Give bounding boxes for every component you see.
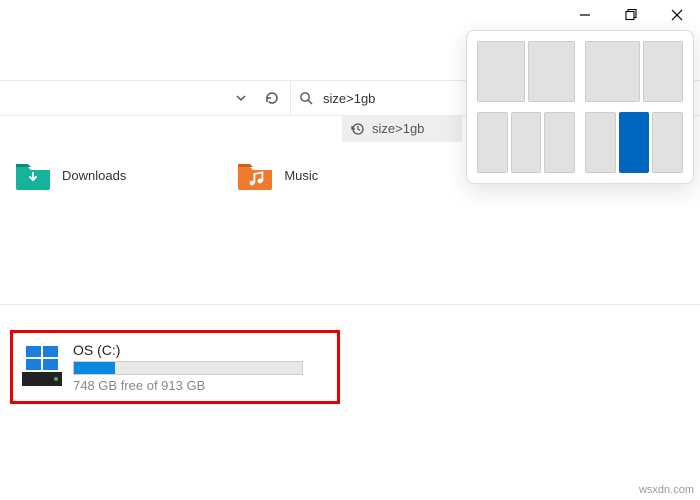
downloads-folder-icon <box>14 160 52 190</box>
snap-cell[interactable] <box>477 41 525 102</box>
refresh-icon[interactable] <box>264 90 280 106</box>
snap-cell[interactable] <box>585 41 640 102</box>
drive-name: OS (C:) <box>73 342 329 358</box>
search-icon <box>299 91 313 105</box>
drive-usage-bar <box>73 361 303 375</box>
snap-cell[interactable] <box>528 41 576 102</box>
snap-cell[interactable] <box>544 112 575 173</box>
folder-label: Downloads <box>62 168 126 183</box>
drive-info: OS (C:) 748 GB free of 913 GB <box>73 342 329 393</box>
address-bar[interactable] <box>0 81 290 115</box>
snap-cell-active[interactable] <box>619 112 650 173</box>
snap-layouts-popup <box>466 30 694 184</box>
search-input[interactable] <box>321 90 391 107</box>
window-controls <box>562 0 700 30</box>
snap-cell[interactable] <box>477 112 508 173</box>
snap-layout-4[interactable] <box>585 112 683 173</box>
snap-layout-2[interactable] <box>585 41 683 102</box>
folder-items: Downloads Music <box>14 160 318 190</box>
snap-layout-3[interactable] <box>477 112 575 173</box>
search-history-label: size>1gb <box>372 121 424 136</box>
snap-cell[interactable] <box>652 112 683 173</box>
snap-cell[interactable] <box>643 41 683 102</box>
folder-music[interactable]: Music <box>236 160 318 190</box>
maximize-button[interactable] <box>608 0 654 30</box>
search-box[interactable] <box>290 81 410 115</box>
close-button[interactable] <box>654 0 700 30</box>
drive-free-text: 748 GB free of 913 GB <box>73 378 329 393</box>
folder-downloads[interactable]: Downloads <box>14 160 126 190</box>
chevron-down-icon[interactable] <box>234 91 248 105</box>
section-divider <box>0 304 700 305</box>
watermark: wsxdn.com <box>639 484 694 496</box>
history-icon <box>350 122 364 136</box>
drive-item-os-c[interactable]: OS (C:) 748 GB free of 913 GB <box>10 330 340 404</box>
minimize-button[interactable] <box>562 0 608 30</box>
snap-layout-1[interactable] <box>477 41 575 102</box>
search-history-item[interactable]: size>1gb <box>342 115 462 142</box>
snap-cell[interactable] <box>585 112 616 173</box>
snap-cell[interactable] <box>511 112 542 173</box>
music-folder-icon <box>236 160 274 190</box>
folder-label: Music <box>284 168 318 183</box>
drive-icon <box>21 346 63 388</box>
